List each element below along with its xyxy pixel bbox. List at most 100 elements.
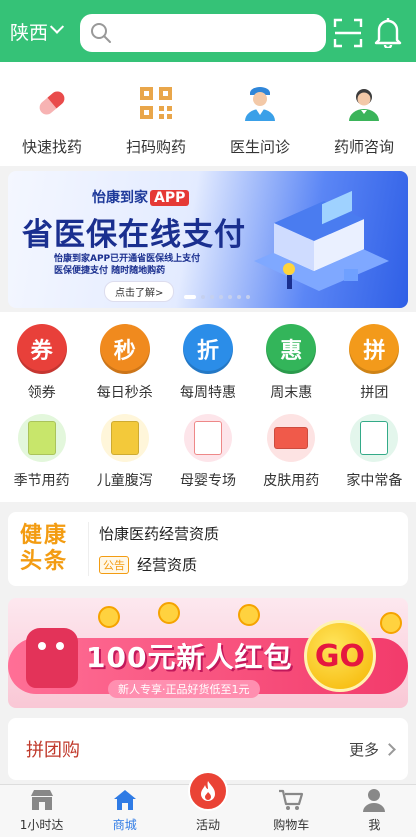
category-child-diarrhea[interactable]: 儿童腹泻: [83, 402, 166, 492]
pagination-dot[interactable]: [201, 295, 205, 299]
qr-code-icon: [133, 80, 179, 126]
category-coupons[interactable]: 券 领券: [0, 312, 83, 402]
category-mother-baby[interactable]: 母婴专场: [166, 402, 249, 492]
tab-label: 我: [368, 818, 381, 832]
pagination-dot[interactable]: [210, 295, 214, 299]
banner-brand-text: 怡康到家: [92, 190, 148, 206]
product-box-icon: [267, 414, 316, 462]
group-buy-icon: 拼: [349, 324, 400, 374]
pagination-dot[interactable]: [237, 295, 241, 299]
category-seasonal-medicine[interactable]: 季节用药: [0, 402, 83, 492]
category-daily-flash-sale[interactable]: 秒 每日秒杀: [83, 312, 166, 402]
category-grid: 券 领券 秒 每日秒杀 折 每周特惠 惠 周末惠 拼 拼团 季节用药 儿童腹泻: [0, 312, 416, 502]
bottom-tab-bar: 1小时达 商城 活动 购物车 我: [0, 771, 416, 837]
pill-icon: [29, 80, 75, 126]
banner-subtext: 怡康到家APP已开通省医保线上支付 医保便捷支付 随时随地购药: [54, 253, 224, 277]
product-box-icon: [184, 414, 232, 462]
home-icon: [112, 787, 138, 813]
store-icon: [29, 787, 55, 813]
pagination-dot[interactable]: [246, 295, 250, 299]
search-input[interactable]: [118, 24, 326, 42]
pharmacist-icon: [341, 80, 387, 126]
more-link[interactable]: 更多: [348, 739, 396, 760]
service-label: 扫码购药: [125, 138, 186, 156]
news-item-text: 经营资质: [137, 556, 198, 574]
banner-sub-line: 怡康到家APP已开通省医保线上支付: [54, 254, 201, 264]
learn-more-button[interactable]: 点击了解>: [104, 281, 175, 302]
tab-cart[interactable]: 购物车: [250, 785, 333, 837]
category-weekly-deals[interactable]: 折 每周特惠: [166, 312, 249, 402]
fire-icon: [188, 771, 228, 811]
category-label: 每周特惠: [180, 385, 236, 401]
service-pharmacist-consult[interactable]: 药师咨询: [312, 62, 416, 166]
health-news-card[interactable]: 健康 头条 怡康医药经营资质 公告 经营资质: [8, 512, 408, 586]
tab-label: 活动: [196, 818, 221, 832]
service-label: 药师咨询: [333, 138, 394, 156]
category-label: 领券: [27, 385, 56, 401]
category-weekend-deals[interactable]: 惠 周末惠: [250, 312, 333, 402]
tab-mall[interactable]: 商城: [83, 785, 166, 837]
banner-app-tag: APP: [150, 190, 190, 206]
discount-icon: 折: [183, 324, 233, 374]
region-label: 陕西: [10, 21, 49, 44]
service-find-medicine[interactable]: 快速找药: [0, 62, 104, 166]
region-selector[interactable]: 陕西: [0, 18, 76, 45]
tab-label: 购物车: [273, 818, 310, 832]
service-doctor-consult[interactable]: 医生问诊: [208, 62, 312, 166]
group-buy-title: 拼团购: [26, 740, 80, 761]
coin-icon: [158, 602, 180, 624]
search-bar[interactable]: [80, 14, 326, 52]
scan-icon[interactable]: [333, 18, 363, 48]
service-shortcuts: 快速找药 扫码购药 医生问诊 药师咨询: [0, 62, 416, 166]
category-skin-medicine[interactable]: 皮肤用药: [250, 402, 333, 492]
category-label: 儿童腹泻: [96, 473, 153, 489]
tab-me[interactable]: 我: [333, 785, 416, 837]
banner-headline: 省医保在线支付: [22, 217, 246, 253]
promo-banner[interactable]: 怡康到家 APP 省医保在线支付 怡康到家APP已开通省医保线上支付 医保便捷支付…: [8, 171, 408, 308]
coupon-icon: 券: [16, 324, 67, 374]
news-headline[interactable]: 怡康医药经营资质: [99, 523, 219, 544]
service-scan-buy[interactable]: 扫码购药: [104, 62, 208, 166]
product-box-icon: [100, 414, 149, 462]
category-label: 周末惠: [270, 385, 313, 401]
category-label: 家中常备: [346, 473, 403, 489]
go-button[interactable]: GO: [304, 620, 376, 692]
cart-icon: [278, 787, 304, 813]
category-home-essentials[interactable]: 家中常备: [333, 402, 416, 492]
category-group-buy[interactable]: 拼 拼团: [333, 312, 416, 402]
more-label: 更多: [348, 740, 379, 759]
tab-activity[interactable]: 活动: [166, 771, 249, 837]
news-item[interactable]: 公告 经营资质: [99, 554, 219, 575]
coin-icon: [98, 606, 120, 628]
announcement-badge: 公告: [99, 555, 129, 574]
product-box-icon: [17, 414, 66, 462]
bell-icon[interactable]: [373, 16, 403, 48]
top-header: 陕西: [0, 0, 416, 62]
weekend-deal-icon: 惠: [266, 324, 317, 374]
new-user-red-packet-banner[interactable]: 100元新人红包 新人专享·正品好货低至1元 GO: [8, 598, 408, 708]
coin-icon: [238, 604, 260, 626]
divider: [88, 522, 89, 576]
promo-slogan: 新人专享·正品好货低至1元: [108, 680, 260, 698]
pagination-dot[interactable]: [219, 295, 223, 299]
banner-sub-line: 医保便捷支付 随时随地购药: [54, 266, 166, 276]
store-illustration: [254, 191, 389, 291]
flash-sale-icon: 秒: [99, 324, 150, 374]
banner-pagination[interactable]: [184, 295, 250, 299]
category-label: 拼团: [360, 385, 389, 401]
tab-label: 1小时达: [19, 818, 64, 832]
banner-brand: 怡康到家 APP: [92, 187, 190, 207]
category-label: 季节用药: [13, 473, 70, 489]
category-label: 母婴专场: [180, 473, 236, 489]
pagination-dot[interactable]: [184, 295, 196, 299]
service-label: 医生问诊: [229, 138, 290, 156]
doctor-icon: [237, 80, 283, 126]
chevron-right-icon: [383, 742, 396, 756]
pagination-dot[interactable]: [228, 295, 232, 299]
user-icon: [361, 787, 387, 813]
tab-label: 商城: [112, 818, 137, 832]
search-icon: [91, 23, 111, 43]
service-label: 快速找药: [21, 138, 82, 156]
product-box-icon: [350, 414, 399, 462]
tab-one-hour-delivery[interactable]: 1小时达: [0, 785, 83, 837]
